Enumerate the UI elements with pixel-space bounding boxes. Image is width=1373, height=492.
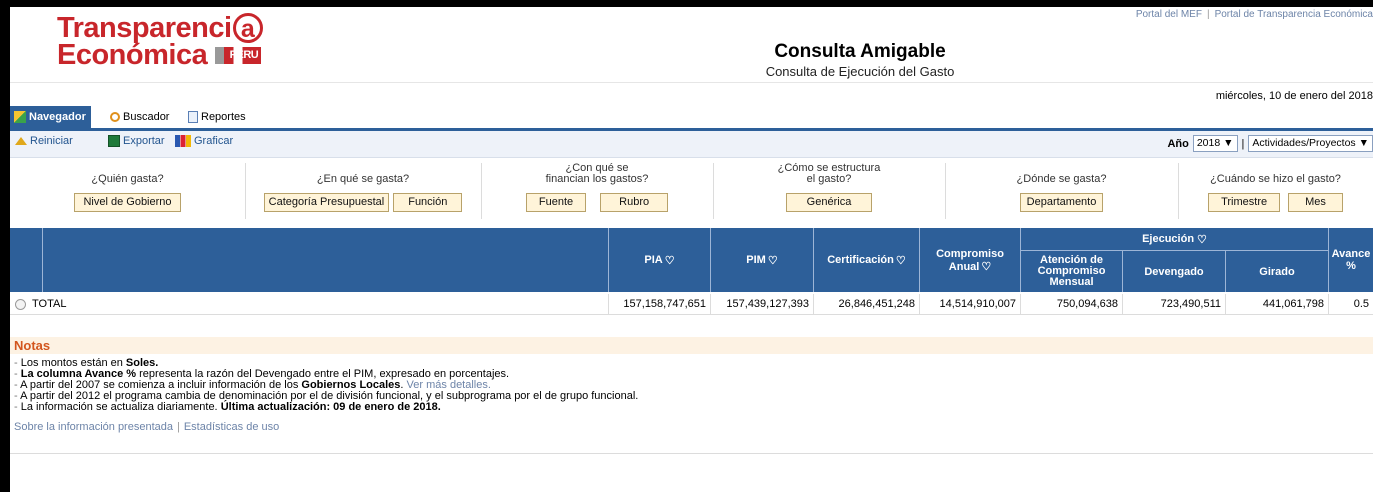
- notes-section: Notas Los montos están en Soles. La colu…: [10, 337, 1373, 433]
- tab-label: Reportes: [201, 111, 246, 123]
- graficar-button[interactable]: Graficar: [175, 135, 233, 147]
- logo-text-line1: Transparenci: [57, 12, 232, 44]
- query-como: ¿Cómo se estructura el gasto? Genérica: [713, 163, 946, 219]
- reiniciar-label: Reiniciar: [30, 135, 73, 147]
- year-selector-group: Año 2018 ▼ | Actividades/Proyectos ▼: [1167, 135, 1373, 152]
- portal-mef-link[interactable]: Portal del MEF: [1136, 9, 1202, 20]
- cell-certificacion: 26,846,451,248: [813, 294, 919, 314]
- sort-icon: ♡: [767, 254, 778, 267]
- tab-label: Navegador: [29, 111, 86, 123]
- bar-chart-icon: [175, 135, 191, 147]
- query-label: ¿Dónde se gasta?: [1016, 173, 1107, 185]
- tab-label: Buscador: [123, 111, 170, 123]
- note-item: La información se actualiza diariamente.…: [14, 402, 1373, 413]
- query-donde: ¿Dónde se gasta? Departamento: [945, 163, 1179, 219]
- current-date: miércoles, 10 de enero del 2018: [1215, 90, 1373, 102]
- query-cuando: ¿Cuándo se hizo el gasto? Trimestre Mes: [1178, 163, 1373, 219]
- cell-devengado: 723,490,511: [1122, 294, 1225, 314]
- header-pia[interactable]: PIA ♡: [608, 228, 710, 292]
- tab-bar: Navegador Buscador Reportes: [10, 106, 1373, 131]
- logo-ring-letter: a: [232, 13, 263, 43]
- sort-icon: ♡: [1197, 233, 1207, 246]
- estadisticas-link[interactable]: Estadísticas de uso: [184, 421, 279, 433]
- top-links: Portal del MEF | Portal de Transparencia E…: [1135, 9, 1373, 20]
- header-compromiso-anual[interactable]: Compromiso Anual ♡: [919, 228, 1020, 292]
- tab-reportes[interactable]: Reportes: [188, 106, 246, 128]
- query-panel: ¿Quién gasta? Nivel de Gobierno ¿En qué …: [10, 163, 1373, 219]
- reiniciar-button[interactable]: Reiniciar: [15, 135, 73, 147]
- query-label: ¿Quién gasta?: [91, 173, 164, 185]
- query-con-que: ¿Con qué se financian los gastos? Fuente R…: [481, 163, 714, 219]
- sort-icon: ♡: [895, 254, 906, 267]
- document-icon: [188, 111, 198, 123]
- notes-list: Los montos están en Soles. La columna Av…: [10, 354, 1373, 413]
- header-pim[interactable]: PIM ♡: [710, 228, 813, 292]
- header-name-col: [42, 228, 608, 292]
- row-label: TOTAL: [32, 298, 67, 310]
- eject-icon: [15, 137, 27, 145]
- mes-button[interactable]: Mes: [1288, 193, 1343, 212]
- query-en-que: ¿En qué se gasta? Categoría Presupuestal…: [245, 163, 482, 219]
- notes-title: Notas: [10, 337, 1373, 354]
- logo-text-line2: Económica: [57, 39, 208, 71]
- header-atencion-compromiso[interactable]: Atención de Compromiso Mensual: [1020, 250, 1122, 292]
- funcion-button[interactable]: Función: [393, 193, 463, 212]
- footer-links: Sobre la información presentada | Estadíst…: [14, 421, 280, 433]
- cell-avance: 0.5: [1328, 294, 1373, 314]
- categoria-presupuestal-button[interactable]: Categoría Presupuestal: [263, 193, 390, 212]
- cube-icon: [14, 111, 26, 123]
- header-devengado[interactable]: Devengado: [1122, 250, 1225, 292]
- cell-atencion: 750,094,638: [1020, 294, 1122, 314]
- page-subtitle: Consulta de Ejecución del Gasto: [765, 64, 955, 79]
- query-label: ¿Cuándo se hizo el gasto?: [1210, 173, 1341, 185]
- page-frame: Transparenci a Económica PERU Consulta Ami…: [10, 7, 1373, 492]
- cell-girado: 441,061,798: [1225, 294, 1328, 314]
- nivel-gobierno-button[interactable]: Nivel de Gobierno: [74, 193, 181, 212]
- radio-icon: [15, 298, 26, 310]
- generica-button[interactable]: Genérica: [785, 193, 873, 212]
- year-select[interactable]: 2018 ▼: [1192, 135, 1238, 152]
- departamento-button[interactable]: Departamento: [1019, 193, 1104, 212]
- magnifier-icon: [110, 112, 120, 122]
- view-select[interactable]: Actividades/Proyectos ▼: [1248, 135, 1373, 152]
- query-label-line2: el gasto?: [806, 173, 852, 185]
- header-girado[interactable]: Girado: [1225, 250, 1328, 292]
- divider: [10, 453, 1373, 454]
- fuente-button[interactable]: Fuente: [525, 193, 587, 212]
- page-header: Transparenci a Económica PERU Consulta Ami…: [10, 7, 1373, 83]
- trimestre-button[interactable]: Trimestre: [1208, 193, 1281, 212]
- query-label-line2: financian los gastos?: [545, 173, 649, 185]
- cell-pia: 157,158,747,651: [608, 294, 710, 314]
- table-header: PIA ♡ PIM ♡ Certificación ♡ Compromiso Anual…: [10, 228, 1373, 292]
- exportar-label: Exportar: [123, 135, 165, 147]
- year-value: 2018: [1196, 137, 1221, 149]
- peru-flag-icon: PERU: [215, 46, 262, 64]
- exportar-button[interactable]: Exportar: [108, 135, 165, 147]
- table-row[interactable]: TOTAL 157,158,747,651 157,439,127,393 26…: [10, 294, 1373, 315]
- rubro-button[interactable]: Rubro: [600, 193, 669, 212]
- query-quien: ¿Quién gasta? Nivel de Gobierno: [10, 163, 246, 219]
- year-label: Año: [1167, 137, 1189, 150]
- sobre-informacion-link[interactable]: Sobre la información presentada: [14, 421, 173, 433]
- page-title-block: Consulta Amigable Consulta de Ejecución …: [710, 41, 1010, 79]
- cell-pim: 157,439,127,393: [710, 294, 813, 314]
- header-select-col: [10, 228, 42, 292]
- page-title: Consulta Amigable: [774, 41, 946, 62]
- header-avance[interactable]: Avance%: [1328, 228, 1373, 292]
- tab-buscador[interactable]: Buscador: [110, 106, 169, 128]
- header-certificacion[interactable]: Certificación ♡: [813, 228, 919, 292]
- tab-navegador[interactable]: Navegador: [10, 106, 91, 128]
- query-label: ¿En qué se gasta?: [316, 173, 410, 185]
- view-value: Actividades/Proyectos: [1252, 137, 1356, 149]
- cell-compromiso: 14,514,910,007: [919, 294, 1020, 314]
- graficar-label: Graficar: [194, 135, 234, 147]
- header-ejecucion: Ejecución ♡: [1020, 228, 1328, 250]
- excel-icon: [108, 135, 120, 147]
- toolbar: Reiniciar Exportar Graficar Año 2018 ▼ |…: [10, 131, 1373, 158]
- transparencia-logo[interactable]: Transparenci a Económica PERU: [57, 12, 263, 71]
- sort-icon: ♡: [664, 254, 675, 267]
- sort-icon: ♡: [981, 260, 992, 273]
- portal-transparencia-link[interactable]: Portal de Transparencia Económica: [1215, 9, 1373, 20]
